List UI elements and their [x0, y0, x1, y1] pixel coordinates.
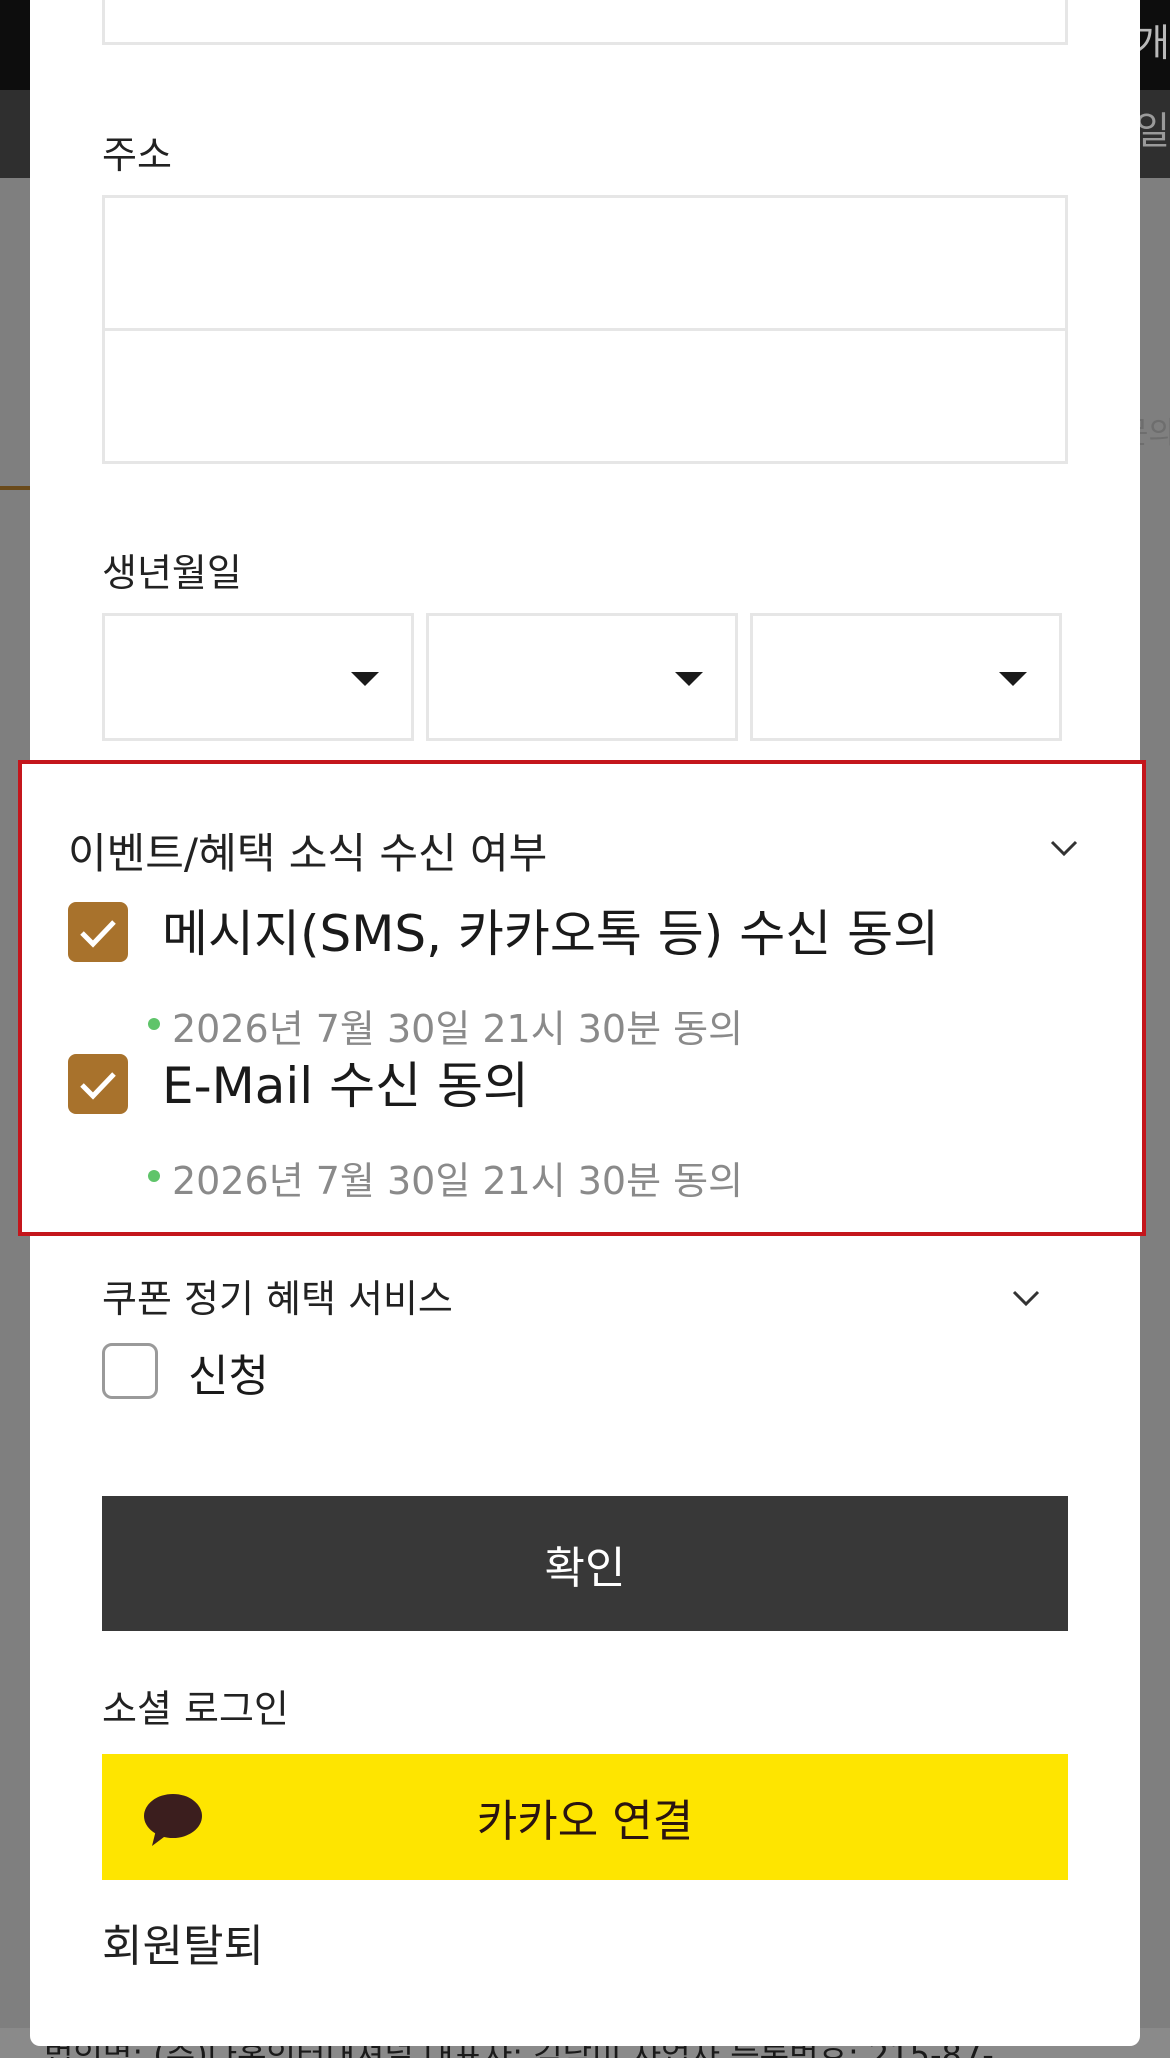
address-label: 주소 [102, 133, 172, 177]
caret-down-icon [351, 672, 379, 686]
confirm-button[interactable]: 확인 [102, 1496, 1068, 1631]
chevron-down-icon[interactable] [1008, 1280, 1044, 1316]
previous-field-input[interactable] [102, 0, 1068, 45]
kakao-connect-label: 카카오 연결 [476, 1796, 694, 1847]
birth-year-select[interactable] [102, 613, 414, 741]
marketing-consent-section: 이벤트/혜택 소식 수신 여부 메시지(SMS, 카카오톡 등) 수신 동의 2… [18, 760, 1146, 1236]
coupon-apply-checkbox[interactable] [102, 1343, 158, 1399]
background-nav-right-text: 일 [1135, 109, 1170, 153]
background-tab-indicator [0, 486, 30, 490]
background-top-right-text: 개 [1135, 21, 1170, 65]
sms-consent-label: 메시지(SMS, 카카오톡 등) 수신 동의 [162, 905, 940, 963]
marketing-title: 이벤트/혜택 소식 수신 여부 [68, 829, 548, 878]
kakao-connect-button[interactable]: 카카오 연결 [102, 1754, 1068, 1880]
check-icon [80, 1072, 116, 1100]
consent-status-dot [148, 1018, 160, 1030]
birth-day-select[interactable] [750, 613, 1062, 741]
coupon-title: 쿠폰 정기 혜택 서비스 [102, 1277, 453, 1321]
email-consent-label: E-Mail 수신 동의 [162, 1057, 529, 1115]
address-input-2[interactable] [102, 328, 1068, 464]
social-login-label: 소셜 로그인 [102, 1687, 289, 1731]
sms-consent-date: 2026년 7월 30일 21시 30분 동의 [172, 1007, 744, 1051]
coupon-apply-label: 신청 [188, 1351, 269, 1402]
caret-down-icon [675, 672, 703, 686]
birth-month-select[interactable] [426, 613, 738, 741]
chevron-down-icon[interactable] [1046, 830, 1082, 866]
birth-label: 생년월일 [102, 551, 242, 595]
consent-status-dot [148, 1170, 160, 1182]
address-input-1[interactable] [102, 195, 1068, 331]
sms-consent-checkbox[interactable] [68, 902, 128, 962]
caret-down-icon [999, 672, 1027, 686]
check-icon [80, 920, 116, 948]
email-consent-checkbox[interactable] [68, 1054, 128, 1114]
email-consent-date: 2026년 7월 30일 21시 30분 동의 [172, 1159, 744, 1203]
withdraw-link[interactable]: 회원탈퇴 [102, 1910, 264, 1974]
kakao-speech-bubble-icon [144, 1794, 202, 1846]
